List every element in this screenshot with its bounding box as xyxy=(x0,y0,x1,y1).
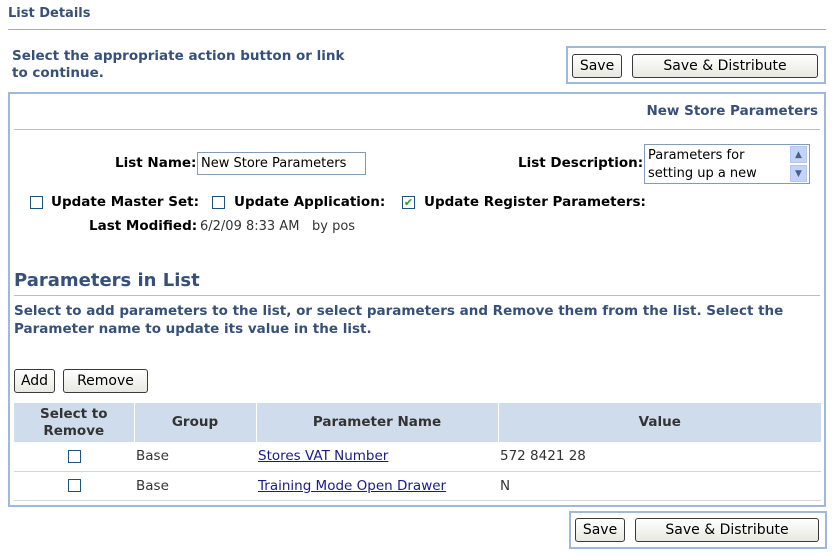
instructions-text: Select the appropriate action button or … xyxy=(12,48,345,81)
update-register-label: Update Register Parameters: xyxy=(424,194,646,210)
table-row: Base Stores VAT Number 572 8421 28 xyxy=(14,442,821,472)
row-select-checkbox[interactable] xyxy=(67,449,81,463)
table-row: Base Training Mode Open Drawer N xyxy=(14,471,821,501)
update-master-set-checkbox[interactable] xyxy=(30,196,43,209)
list-description-text: Parameters for setting up a new xyxy=(648,148,757,181)
column-header-parameter-name: Parameter Name xyxy=(256,403,499,442)
page-title: List Details xyxy=(8,6,91,21)
table-header-row: Select to Remove Group Parameter Name Va… xyxy=(14,403,821,442)
parameters-description: Select to add parameters to the list, or… xyxy=(14,303,784,337)
row-group: Base xyxy=(134,471,256,501)
bottom-action-bar: Save Save & Distribute xyxy=(569,511,827,549)
remove-button[interactable]: Remove xyxy=(63,369,148,393)
list-description-label: List Description: xyxy=(518,155,644,171)
save-button[interactable]: Save xyxy=(575,518,625,542)
parameter-name-link[interactable]: Stores VAT Number xyxy=(258,448,388,464)
row-group: Base xyxy=(134,442,256,472)
save-distribute-button[interactable]: Save & Distribute xyxy=(632,54,818,78)
description-scrollbar[interactable]: ▲ ▼ xyxy=(790,146,808,182)
save-button[interactable]: Save xyxy=(572,54,622,78)
update-master-set-label: Update Master Set: xyxy=(51,194,199,210)
list-description-textarea[interactable]: Parameters for setting up a new ▲ ▼ xyxy=(644,144,810,184)
top-action-bar: Save Save & Distribute xyxy=(566,46,826,84)
scroll-down-icon[interactable]: ▼ xyxy=(790,165,807,182)
update-application-label: Update Application: xyxy=(234,194,386,210)
parameter-name-link[interactable]: Training Mode Open Drawer xyxy=(258,478,446,494)
row-select-checkbox[interactable] xyxy=(67,479,81,492)
last-modified-by: by pos xyxy=(312,219,356,234)
scroll-up-icon[interactable]: ▲ xyxy=(790,146,807,163)
add-button[interactable]: Add xyxy=(14,369,55,393)
column-header-select: Select to Remove xyxy=(14,403,135,442)
save-distribute-button[interactable]: Save & Distribute xyxy=(635,518,819,542)
update-application-checkbox[interactable] xyxy=(212,196,225,209)
title-divider xyxy=(8,29,826,30)
last-modified-value: 6/2/09 8:33 AM xyxy=(200,219,300,234)
section-divider xyxy=(14,295,820,296)
list-display-title: New Store Parameters xyxy=(646,103,818,119)
column-header-value: Value xyxy=(498,403,821,442)
parameters-section-title: Parameters in List xyxy=(14,270,200,291)
last-modified-label: Last Modified: xyxy=(89,218,198,234)
column-header-group: Group xyxy=(134,403,257,442)
row-value: N xyxy=(498,471,821,501)
update-register-checkbox[interactable]: ✔ xyxy=(402,196,415,209)
parameters-table: Select to Remove Group Parameter Name Va… xyxy=(14,403,821,501)
row-value: 572 8421 28 xyxy=(498,442,821,472)
list-name-label: List Name: xyxy=(115,155,197,171)
panel-divider xyxy=(14,129,820,130)
check-icon: ✔ xyxy=(403,196,414,209)
list-name-input[interactable] xyxy=(197,152,366,175)
